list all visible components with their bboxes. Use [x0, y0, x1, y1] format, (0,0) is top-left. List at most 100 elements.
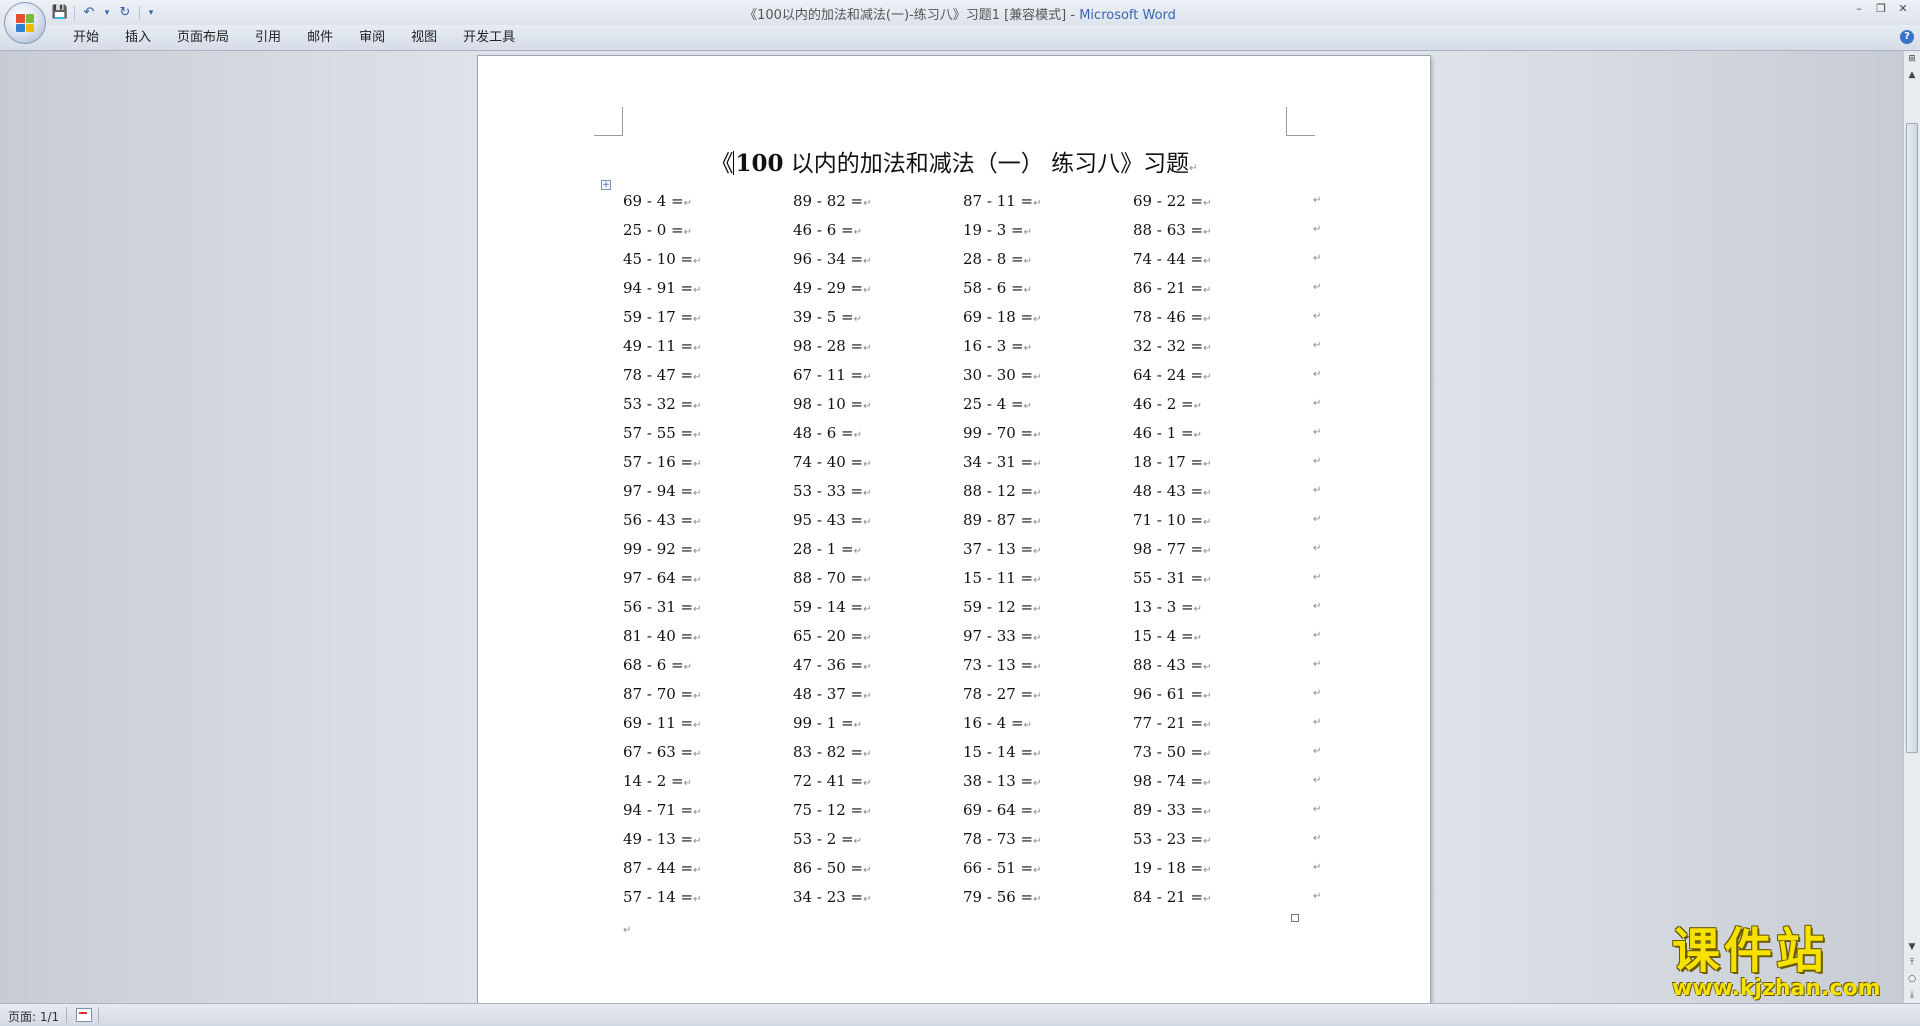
exercise-cell[interactable]: 68 - 6 =↵: [623, 656, 793, 674]
exercise-cell[interactable]: 69 - 64 =↵: [963, 801, 1133, 819]
exercise-cell[interactable]: 66 - 51 =↵: [963, 859, 1133, 877]
exercise-cell[interactable]: 46 - 1 =↵: [1133, 424, 1303, 442]
exercise-cell[interactable]: 46 - 2 =↵: [1133, 395, 1303, 413]
next-page-icon[interactable]: ⤓: [1904, 987, 1920, 1003]
exercise-cell[interactable]: 53 - 23 =↵: [1133, 830, 1303, 848]
previous-page-icon[interactable]: ⤒: [1904, 955, 1920, 971]
scroll-up-icon[interactable]: ▲: [1904, 67, 1920, 83]
tab-view[interactable]: 视图: [398, 29, 450, 47]
exercise-cell[interactable]: 98 - 28 =↵: [793, 337, 963, 355]
exercise-cell[interactable]: 28 - 8 =↵: [963, 250, 1133, 268]
exercise-cell[interactable]: 37 - 13 =↵: [963, 540, 1133, 558]
exercise-cell[interactable]: 28 - 1 =↵: [793, 540, 963, 558]
minimize-button[interactable]: –: [1848, 2, 1870, 16]
undo-dropdown-icon[interactable]: ▾: [103, 5, 111, 21]
exercise-cell[interactable]: 48 - 43 =↵: [1133, 482, 1303, 500]
exercise-cell[interactable]: 97 - 94 =↵: [623, 482, 793, 500]
undo-icon[interactable]: ↶: [81, 5, 97, 21]
exercise-cell[interactable]: 95 - 43 =↵: [793, 511, 963, 529]
page-count[interactable]: 页面: 1/1: [8, 1008, 59, 1025]
exercise-cell[interactable]: 48 - 37 =↵: [793, 685, 963, 703]
redo-icon[interactable]: ↻: [117, 5, 133, 21]
restore-button[interactable]: ❐: [1870, 2, 1892, 16]
exercise-cell[interactable]: 57 - 14 =↵: [623, 888, 793, 906]
exercise-cell[interactable]: 47 - 36 =↵: [793, 656, 963, 674]
exercise-cell[interactable]: 56 - 43 =↵: [623, 511, 793, 529]
exercise-cell[interactable]: 16 - 4 =↵: [963, 714, 1133, 732]
office-button[interactable]: [4, 2, 46, 44]
help-icon[interactable]: ?: [1900, 30, 1914, 44]
exercise-cell[interactable]: 89 - 33 =↵: [1133, 801, 1303, 819]
exercise-cell[interactable]: 53 - 32 =↵: [623, 395, 793, 413]
exercise-cell[interactable]: 83 - 82 =↵: [793, 743, 963, 761]
exercise-cell[interactable]: 16 - 3 =↵: [963, 337, 1133, 355]
exercise-cell[interactable]: 14 - 2 =↵: [623, 772, 793, 790]
exercise-cell[interactable]: 65 - 20 =↵: [793, 627, 963, 645]
scroll-down-icon[interactable]: ▼: [1904, 939, 1920, 955]
exercise-cell[interactable]: 87 - 11 =↵: [963, 192, 1133, 210]
exercise-cell[interactable]: 89 - 82 =↵: [793, 192, 963, 210]
exercise-cell[interactable]: 25 - 0 =↵: [623, 221, 793, 239]
exercise-cell[interactable]: 75 - 12 =↵: [793, 801, 963, 819]
document-page[interactable]: 《100 以内的加法和减法（一） 练习八》习题↵ + 69 - 4 =↵ 89 -…: [478, 56, 1430, 1003]
exercise-cell[interactable]: 19 - 18 =↵: [1133, 859, 1303, 877]
exercise-cell[interactable]: 88 - 12 =↵: [963, 482, 1133, 500]
exercise-cell[interactable]: 13 - 3 =↵: [1133, 598, 1303, 616]
exercise-cell[interactable]: 99 - 92 =↵: [623, 540, 793, 558]
proofing-status-icon[interactable]: [76, 1008, 92, 1022]
exercise-cell[interactable]: 74 - 40 =↵: [793, 453, 963, 471]
exercise-cell[interactable]: 87 - 70 =↵: [623, 685, 793, 703]
exercise-cell[interactable]: 69 - 18 =↵: [963, 308, 1133, 326]
exercise-cell[interactable]: 19 - 3 =↵: [963, 221, 1133, 239]
exercise-cell[interactable]: 59 - 17 =↵: [623, 308, 793, 326]
exercise-cell[interactable]: 30 - 30 =↵: [963, 366, 1133, 384]
exercise-cell[interactable]: 73 - 50 =↵: [1133, 743, 1303, 761]
exercise-cell[interactable]: 49 - 11 =↵: [623, 337, 793, 355]
exercise-cell[interactable]: 45 - 10 =↵: [623, 250, 793, 268]
exercise-cell[interactable]: 64 - 24 =↵: [1133, 366, 1303, 384]
exercise-cell[interactable]: 15 - 14 =↵: [963, 743, 1133, 761]
close-button[interactable]: ✕: [1892, 2, 1914, 16]
table-move-handle-icon[interactable]: +: [601, 180, 611, 190]
exercise-cell[interactable]: 56 - 31 =↵: [623, 598, 793, 616]
exercise-cell[interactable]: 78 - 47 =↵: [623, 366, 793, 384]
save-icon[interactable]: 💾: [52, 5, 68, 21]
exercise-cell[interactable]: 99 - 70 =↵: [963, 424, 1133, 442]
customize-qat-icon[interactable]: ▾: [146, 5, 156, 21]
ruler-toggle-icon[interactable]: ⊞: [1904, 51, 1920, 67]
exercise-cell[interactable]: 88 - 63 =↵: [1133, 221, 1303, 239]
exercise-cell[interactable]: 69 - 22 =↵: [1133, 192, 1303, 210]
exercise-cell[interactable]: 86 - 21 =↵: [1133, 279, 1303, 297]
exercise-cell[interactable]: 97 - 33 =↵: [963, 627, 1133, 645]
exercise-cell[interactable]: 67 - 11 =↵: [793, 366, 963, 384]
exercise-cell[interactable]: 99 - 1 =↵: [793, 714, 963, 732]
exercise-cell[interactable]: 86 - 50 =↵: [793, 859, 963, 877]
exercise-cell[interactable]: 73 - 13 =↵: [963, 656, 1133, 674]
tab-developer[interactable]: 开发工具: [450, 29, 528, 47]
exercise-cell[interactable]: 78 - 27 =↵: [963, 685, 1133, 703]
exercise-cell[interactable]: 96 - 34 =↵: [793, 250, 963, 268]
exercise-cell[interactable]: 58 - 6 =↵: [963, 279, 1133, 297]
exercise-cell[interactable]: 39 - 5 =↵: [793, 308, 963, 326]
exercise-cell[interactable]: 69 - 11 =↵: [623, 714, 793, 732]
exercise-cell[interactable]: 96 - 61 =↵: [1133, 685, 1303, 703]
exercise-cell[interactable]: 15 - 11 =↵: [963, 569, 1133, 587]
exercise-cell[interactable]: 98 - 10 =↵: [793, 395, 963, 413]
exercise-cell[interactable]: 32 - 32 =↵: [1133, 337, 1303, 355]
exercise-cell[interactable]: 46 - 6 =↵: [793, 221, 963, 239]
exercise-cell[interactable]: 72 - 41 =↵: [793, 772, 963, 790]
exercise-cell[interactable]: 69 - 4 =↵: [623, 192, 793, 210]
exercise-cell[interactable]: 88 - 43 =↵: [1133, 656, 1303, 674]
exercise-cell[interactable]: 94 - 71 =↵: [623, 801, 793, 819]
tab-mailings[interactable]: 邮件: [294, 29, 346, 47]
exercise-cell[interactable]: 34 - 31 =↵: [963, 453, 1133, 471]
scroll-thumb[interactable]: [1906, 123, 1918, 753]
tab-insert[interactable]: 插入: [112, 29, 164, 47]
exercise-cell[interactable]: 15 - 4 =↵: [1133, 627, 1303, 645]
exercise-cell[interactable]: 55 - 31 =↵: [1133, 569, 1303, 587]
exercise-cell[interactable]: 97 - 64 =↵: [623, 569, 793, 587]
exercise-cell[interactable]: 79 - 56 =↵: [963, 888, 1133, 906]
exercise-cell[interactable]: 59 - 14 =↵: [793, 598, 963, 616]
exercise-cell[interactable]: 78 - 46 =↵: [1133, 308, 1303, 326]
tab-review[interactable]: 审阅: [346, 29, 398, 47]
